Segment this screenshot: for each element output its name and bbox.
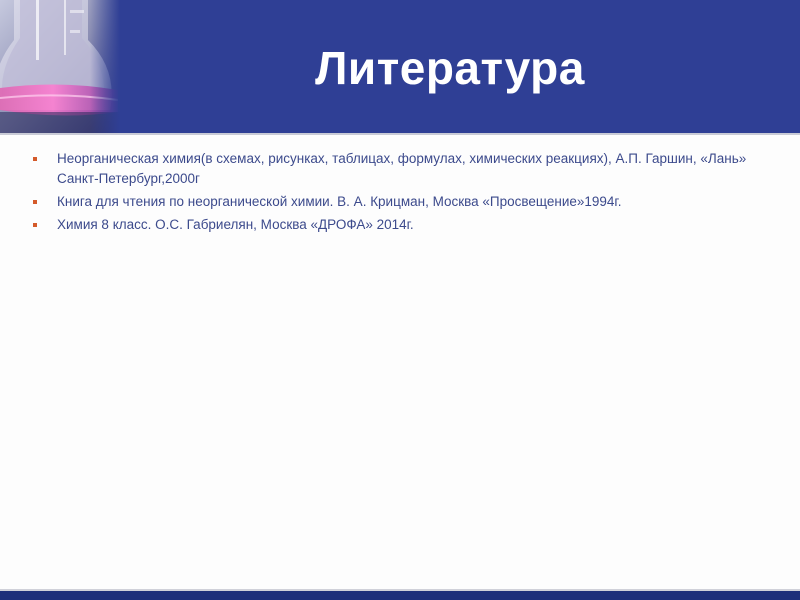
references-list: Неорганическая химия(в схемах, рисунках,… xyxy=(33,149,763,238)
slide: Литература Неорганическая химия(в схемах… xyxy=(0,0,800,600)
list-item-text: Книга для чтения по неорганической химии… xyxy=(57,194,622,209)
slide-title: Литература xyxy=(315,42,585,94)
header-divider xyxy=(0,133,800,135)
footer-bar xyxy=(0,591,800,600)
list-item-text: Неорганическая химия(в схемах, рисунках,… xyxy=(57,151,747,186)
list-item: Неорганическая химия(в схемах, рисунках,… xyxy=(33,149,763,189)
list-item: Книга для чтения по неорганической химии… xyxy=(33,192,763,212)
glass-flask-image xyxy=(0,0,120,133)
square-bullet-icon xyxy=(33,157,37,161)
list-item: Химия 8 класс. О.С. Габриелян, Москва «Д… xyxy=(33,215,763,235)
square-bullet-icon xyxy=(33,200,37,204)
square-bullet-icon xyxy=(33,223,37,227)
list-item-text: Химия 8 класс. О.С. Габриелян, Москва «Д… xyxy=(57,217,414,232)
slide-header: Литература xyxy=(0,0,800,133)
